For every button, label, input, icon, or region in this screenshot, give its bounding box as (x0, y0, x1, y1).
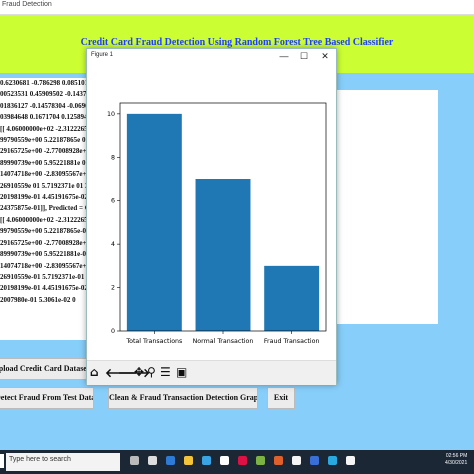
output-line: 20198199e-01 4.45191675e-02 (0, 284, 88, 293)
save-icon[interactable]: ▣ (176, 365, 187, 379)
y-tick-label: 6 (111, 198, 115, 205)
taskbar-search-box[interactable]: Type here to search (6, 453, 120, 471)
office-icon[interactable] (238, 456, 247, 465)
x-tick-label: Total Transactions (125, 338, 182, 345)
app-icon-white[interactable] (346, 456, 355, 465)
app-heading: Credit Card Fraud Detection Using Random… (80, 37, 394, 48)
y-tick-label: 8 (111, 154, 115, 161)
output-line: 03984648 0.1671704 0.125894 (0, 113, 88, 122)
detection-graph-button[interactable]: Clean & Fraud Transaction Detection Grap… (108, 387, 258, 409)
output-line: 89990739e+00 5.95221881e 01 (0, 158, 89, 167)
exit-button[interactable]: Exit (267, 387, 295, 409)
figure-title: Figure 1 (91, 52, 114, 58)
zoom-icon[interactable]: ⚲ (147, 365, 156, 379)
y-tick-label: 10 (107, 111, 115, 118)
output-line: 01836127 -0.14578304 -0.069083 (0, 101, 96, 110)
app-title: Fraud Detection (2, 1, 52, 8)
output-line: 0.6230681 -0.786298 0.085101 (0, 79, 89, 87)
output-line: 24375875e-01]], Predicted = Cont (0, 204, 97, 213)
y-tick-label: 2 (111, 285, 115, 292)
edge-icon[interactable] (166, 456, 175, 465)
maximize-button[interactable]: ☐ (295, 49, 313, 63)
figure-window[interactable]: Figure 1 — ☐ ✕ Total Transactions Normal … (86, 48, 337, 385)
file-explorer-icon[interactable] (184, 456, 193, 465)
app-title-bar: Fraud Detection (0, 0, 474, 15)
output-line: 29165725e+00 -2.77008928e+00 (0, 238, 94, 247)
output-line: 26910559e-01 5.7192371e-01 3 (0, 272, 90, 281)
output-line: 2007980e-01 5.3061e-02 0 (0, 295, 76, 304)
y-tick-label: 0 (111, 328, 115, 335)
output-line: 00523531 0.45909502 -0.14377 (0, 90, 90, 99)
task-view-icon[interactable] (148, 456, 157, 465)
close-button[interactable]: ✕ (316, 49, 334, 63)
output-line: 20198199e-01 4.45191675e-02 8 (0, 193, 94, 202)
python-icon[interactable] (310, 456, 319, 465)
bar-normal-transaction (195, 179, 251, 331)
microphone-icon[interactable] (130, 456, 139, 465)
app-icon-orange[interactable] (274, 456, 283, 465)
figure-toolbar: ⌂ 🡐 🡒 ✥ ⚲ ☰ ▣ (87, 360, 336, 385)
bar-total-transactions (126, 113, 182, 331)
x-tick-label: Normal Transaction (193, 338, 254, 345)
y-tick-label: 4 (111, 241, 115, 248)
configure-subplots-icon[interactable]: ☰ (160, 365, 171, 379)
output-text-area[interactable]: 0.6230681 -0.786298 0.085101 00523531 0.4… (0, 78, 97, 340)
output-line: [[ 4.06000000e+02 -2.31222654e+ (0, 124, 97, 133)
output-line: 99790559e+00 5.22187865e 01 (0, 136, 89, 145)
notepad-icon[interactable] (256, 456, 265, 465)
output-line: 89990739e+00 5.95221881e-01 (0, 250, 90, 259)
system-clock: 02:56 PM 4/30/2021 (445, 453, 467, 467)
output-line: 14074718e+00 -2.83095567e+00 (0, 170, 94, 179)
bar-fraud-transaction (264, 265, 320, 331)
figure-app-icon[interactable] (328, 456, 337, 465)
output-text-area-right (333, 90, 438, 324)
output-line: 99790559e+00 5.22187865e-01 (0, 227, 90, 236)
x-tick-label: Fraud Transaction (264, 338, 320, 345)
clock-time: 02:56 PM (445, 453, 468, 459)
clock-date: 4/30/2021 (445, 460, 468, 466)
home-icon[interactable]: ⌂ (90, 365, 99, 379)
store-icon[interactable] (202, 456, 211, 465)
mail-icon[interactable] (220, 456, 229, 465)
chrome-icon[interactable] (292, 456, 301, 465)
output-line: 29165725e+00 -2.77008928e+00 (0, 147, 94, 156)
taskbar: Type here to search 02:56 PM 4/30/2021 (0, 450, 474, 474)
detect-fraud-button[interactable]: Detect Fraud From Test Data (0, 387, 94, 409)
search-placeholder: Type here to search (9, 456, 71, 463)
start-button[interactable] (0, 454, 4, 468)
pan-icon[interactable]: ✥ (134, 365, 144, 379)
bar-chart: Total Transactions Normal Transaction Frau… (107, 102, 327, 345)
minimize-button[interactable]: — (275, 49, 293, 63)
upload-dataset-button[interactable]: Upload Credit Card Dataset (0, 358, 90, 380)
output-line: 14074718e+00 -2.83095567e+00 (0, 261, 94, 270)
output-line: [[ 4.06000000e+02 -2.31222654e+ (0, 215, 97, 224)
output-line: 26910559e 01 5.7192371e 01 3 (0, 181, 89, 190)
